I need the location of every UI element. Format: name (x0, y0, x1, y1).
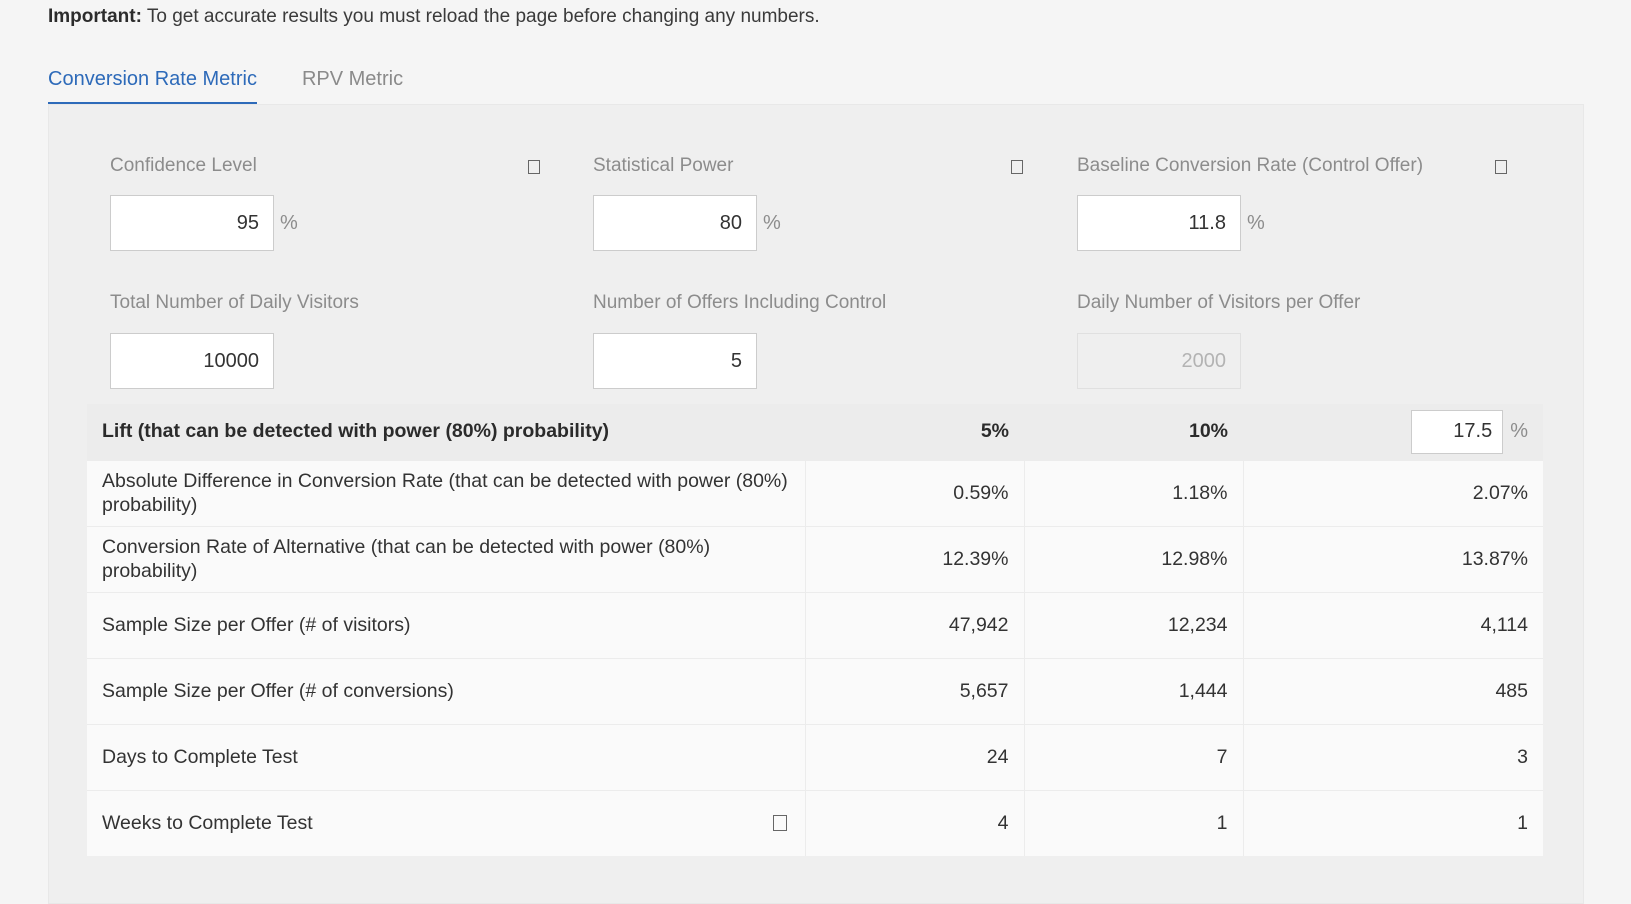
table-cell: 12.39% (804, 526, 1024, 592)
results-table: Lift (that can be detected with power (8… (87, 404, 1543, 856)
table-cell: 5,657 (804, 658, 1024, 724)
weeks-info-icon[interactable] (772, 815, 787, 832)
lift-header-label: Lift (that can be detected with power (8… (102, 420, 610, 443)
custom-lift-input[interactable] (1411, 409, 1504, 454)
table-cell: 1 (1242, 790, 1543, 856)
table-row: Weeks to Complete Test 4 1 1 (87, 790, 1543, 856)
table-cell: 47,942 (804, 592, 1024, 658)
table-row: Days to Complete Test 24 7 3 (87, 724, 1543, 790)
statistical-power-unit: % (763, 212, 781, 234)
tab-rpv-metric[interactable]: RPV Metric (302, 62, 403, 106)
custom-lift-unit: % (1510, 420, 1528, 443)
baseline-conversion-rate-label: Baseline Conversion Rate (Control Offer) (1077, 155, 1424, 176)
confidence-level-unit: % (280, 212, 298, 234)
weeks-to-complete-cell: Weeks to Complete Test (87, 790, 805, 856)
daily-visitors-input[interactable] (110, 333, 274, 389)
table-cell: 1,444 (1023, 658, 1243, 724)
days-to-complete-label: Days to Complete Test (102, 746, 298, 768)
table-cell: 2.07% (1242, 460, 1543, 526)
lift-header-10pct: 10% (1188, 420, 1228, 443)
metric-tabs: Conversion Rate Metric RPV Metric (48, 62, 448, 106)
table-cell: 485 (1242, 658, 1543, 724)
visitors-per-offer-label: Daily Number of Visitors per Offer (1077, 292, 1361, 313)
offers-count-label: Number of Offers Including Control (593, 292, 887, 313)
notice-bold: Important: (48, 6, 142, 27)
notice-text: To get accurate results you must reload … (141, 6, 820, 27)
table-cell: 1 (1023, 790, 1243, 856)
table-row: Sample Size per Offer (# of conversions)… (87, 658, 1543, 724)
table-cell: 1.18% (1023, 460, 1243, 526)
visitors-per-offer-input (1077, 333, 1241, 389)
table-cell: 12.98% (1023, 526, 1243, 592)
table-cell: 12,234 (1023, 592, 1243, 658)
weeks-to-complete-label: Weeks to Complete Test (102, 812, 313, 835)
confidence-level-info-icon[interactable] (528, 160, 540, 174)
confidence-level-label: Confidence Level (110, 155, 257, 176)
baseline-conversion-rate-info-icon[interactable] (1495, 160, 1507, 174)
table-cell: 3 (1242, 724, 1543, 790)
lift-header-custom: % (1243, 404, 1543, 460)
statistical-power-info-icon[interactable] (1011, 160, 1023, 174)
sample-size-visitors-label: Sample Size per Offer (# of visitors) (102, 614, 411, 636)
table-row: Conversion Rate of Alternative (that can… (87, 526, 1543, 592)
daily-visitors-label: Total Number of Daily Visitors (110, 292, 359, 313)
table-row: Absolute Difference in Conversion Rate (… (87, 460, 1543, 526)
baseline-conversion-rate-unit: % (1247, 212, 1265, 234)
table-cell: 4,114 (1242, 592, 1543, 658)
table-cell: 7 (1023, 724, 1243, 790)
table-cell: 13.87% (1242, 526, 1543, 592)
table-cell: 24 (804, 724, 1024, 790)
alternative-conversion-rate-label: Conversion Rate of Alternative (that can… (102, 536, 711, 582)
offers-count-input[interactable] (593, 333, 757, 389)
confidence-level-input[interactable] (110, 195, 274, 251)
baseline-conversion-rate-input[interactable] (1077, 195, 1241, 251)
table-row: Sample Size per Offer (# of visitors) 47… (87, 592, 1543, 658)
lift-header-5pct: 5% (980, 420, 1009, 443)
statistical-power-label: Statistical Power (593, 155, 734, 176)
lift-header-row: Lift (that can be detected with power (8… (87, 404, 1543, 460)
table-cell: 0.59% (804, 460, 1024, 526)
reload-notice: Important: To get accurate results you m… (48, 6, 820, 28)
table-cell: 4 (804, 790, 1024, 856)
sample-size-conversions-label: Sample Size per Offer (# of conversions) (102, 680, 454, 702)
tab-conversion-rate-metric[interactable]: Conversion Rate Metric (48, 62, 257, 106)
absolute-difference-label: Absolute Difference in Conversion Rate (… (102, 470, 788, 516)
statistical-power-input[interactable] (593, 195, 757, 251)
